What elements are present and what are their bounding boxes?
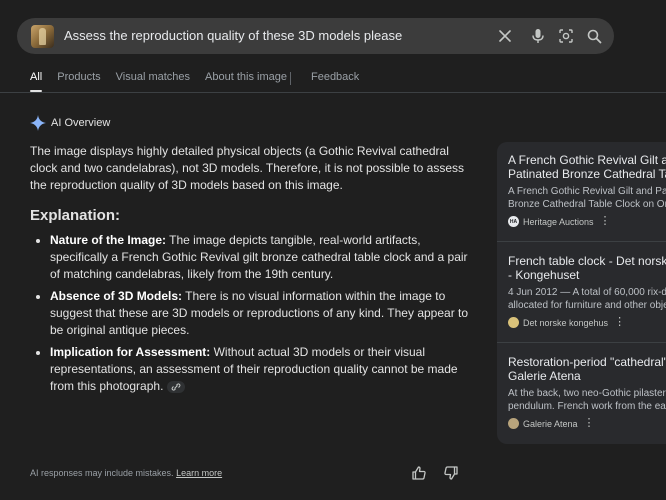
tab-visual-matches[interactable]: Visual matches (116, 71, 190, 89)
result-card-atena[interactable]: Restoration-period "cathedral" Galerie A… (508, 355, 666, 429)
result-title[interactable]: Restoration-period "cathedral" (508, 355, 666, 369)
result-title[interactable]: Patinated Bronze Cathedral Tab (508, 167, 666, 181)
source-name: Det norske kongehus (523, 317, 609, 328)
bullet-title: Nature of the Image: (50, 233, 167, 247)
result-snippet: 4 Jun 2012 — A total of 60,000 rix-d (508, 287, 666, 298)
tab-feedback[interactable]: Feedback (311, 71, 359, 89)
list-item: Nature of the Image: The image depicts t… (36, 232, 476, 283)
ai-overview-header: AI Overview (30, 115, 110, 131)
search-icon[interactable] (585, 27, 603, 45)
result-divider (497, 241, 666, 242)
disclaimer-text: AI responses may include mistakes. (30, 468, 174, 478)
result-title[interactable]: French table clock - Det norske (508, 254, 666, 268)
thumbs-down-icon[interactable] (443, 465, 459, 481)
ai-overview-label: AI Overview (51, 117, 111, 129)
more-options-icon[interactable]: ⋮ (584, 418, 595, 429)
ai-disclaimer: AI responses may include mistakes. Learn… (30, 468, 222, 478)
tab-bar: All Products Visual matches About this i… (30, 71, 374, 89)
lens-icon[interactable] (557, 27, 575, 45)
tab-divider (290, 72, 291, 85)
search-query-text[interactable]: Assess the reproduction quality of these… (64, 28, 402, 43)
result-snippet: At the back, two neo-Gothic pilaster (508, 388, 666, 399)
close-icon[interactable] (496, 27, 514, 45)
bullet-dot (36, 239, 40, 243)
sparkle-icon (30, 115, 46, 131)
result-snippet: A French Gothic Revival Gilt and Pat (508, 186, 666, 197)
source-favicon (508, 418, 519, 429)
more-options-icon[interactable]: ⋮ (614, 317, 625, 328)
explanation-list: Nature of the Image: The image depicts t… (36, 232, 476, 400)
result-source[interactable]: Det norske kongehus ⋮ (508, 317, 666, 328)
bullet-title: Absence of 3D Models: (50, 289, 183, 303)
thumbs-up-icon[interactable] (411, 465, 427, 481)
bullet-dot (36, 295, 40, 299)
result-divider (497, 342, 666, 343)
explanation-heading: Explanation: (30, 207, 121, 224)
source-favicon: HA (508, 216, 519, 227)
tabs-divider (0, 92, 666, 93)
result-card-kongehus[interactable]: French table clock - Det norske - Kongeh… (508, 254, 666, 328)
result-snippet: allocated for furniture and other obje (508, 300, 666, 311)
source-name: Heritage Auctions (523, 216, 594, 227)
results-panel: A French Gothic Revival Gilt an Patinate… (497, 142, 666, 444)
tab-all[interactable]: All (30, 71, 42, 89)
image-thumbnail[interactable] (31, 25, 54, 48)
more-options-icon[interactable]: ⋮ (600, 216, 611, 227)
bullet-dot (36, 351, 40, 355)
list-item: Implication for Assessment: Without actu… (36, 344, 476, 395)
list-item: Absence of 3D Models: There is no visual… (36, 288, 476, 339)
result-title[interactable]: A French Gothic Revival Gilt an (508, 153, 666, 167)
result-title[interactable]: Galerie Atena (508, 369, 666, 383)
result-title[interactable]: - Kongehuset (508, 268, 666, 282)
bullet-title: Implication for Assessment: (50, 345, 211, 359)
search-bar[interactable]: Assess the reproduction quality of these… (17, 18, 614, 54)
learn-more-link[interactable]: Learn more (176, 468, 222, 478)
source-name: Galerie Atena (523, 418, 578, 429)
result-snippet: pendulum. French work from the ear (508, 401, 666, 412)
result-source[interactable]: Galerie Atena ⋮ (508, 418, 666, 429)
tab-about-this-image[interactable]: About this image (205, 71, 287, 89)
tab-products[interactable]: Products (57, 71, 100, 89)
ai-overview-intro: The image displays highly detailed physi… (30, 144, 464, 192)
result-card-heritage[interactable]: A French Gothic Revival Gilt an Patinate… (508, 153, 666, 227)
source-favicon (508, 317, 519, 328)
mic-icon[interactable] (529, 27, 547, 45)
result-snippet: Bronze Cathedral Table Clock on Ori (508, 199, 666, 210)
result-source[interactable]: HA Heritage Auctions ⋮ (508, 216, 666, 227)
link-icon[interactable] (167, 380, 186, 393)
